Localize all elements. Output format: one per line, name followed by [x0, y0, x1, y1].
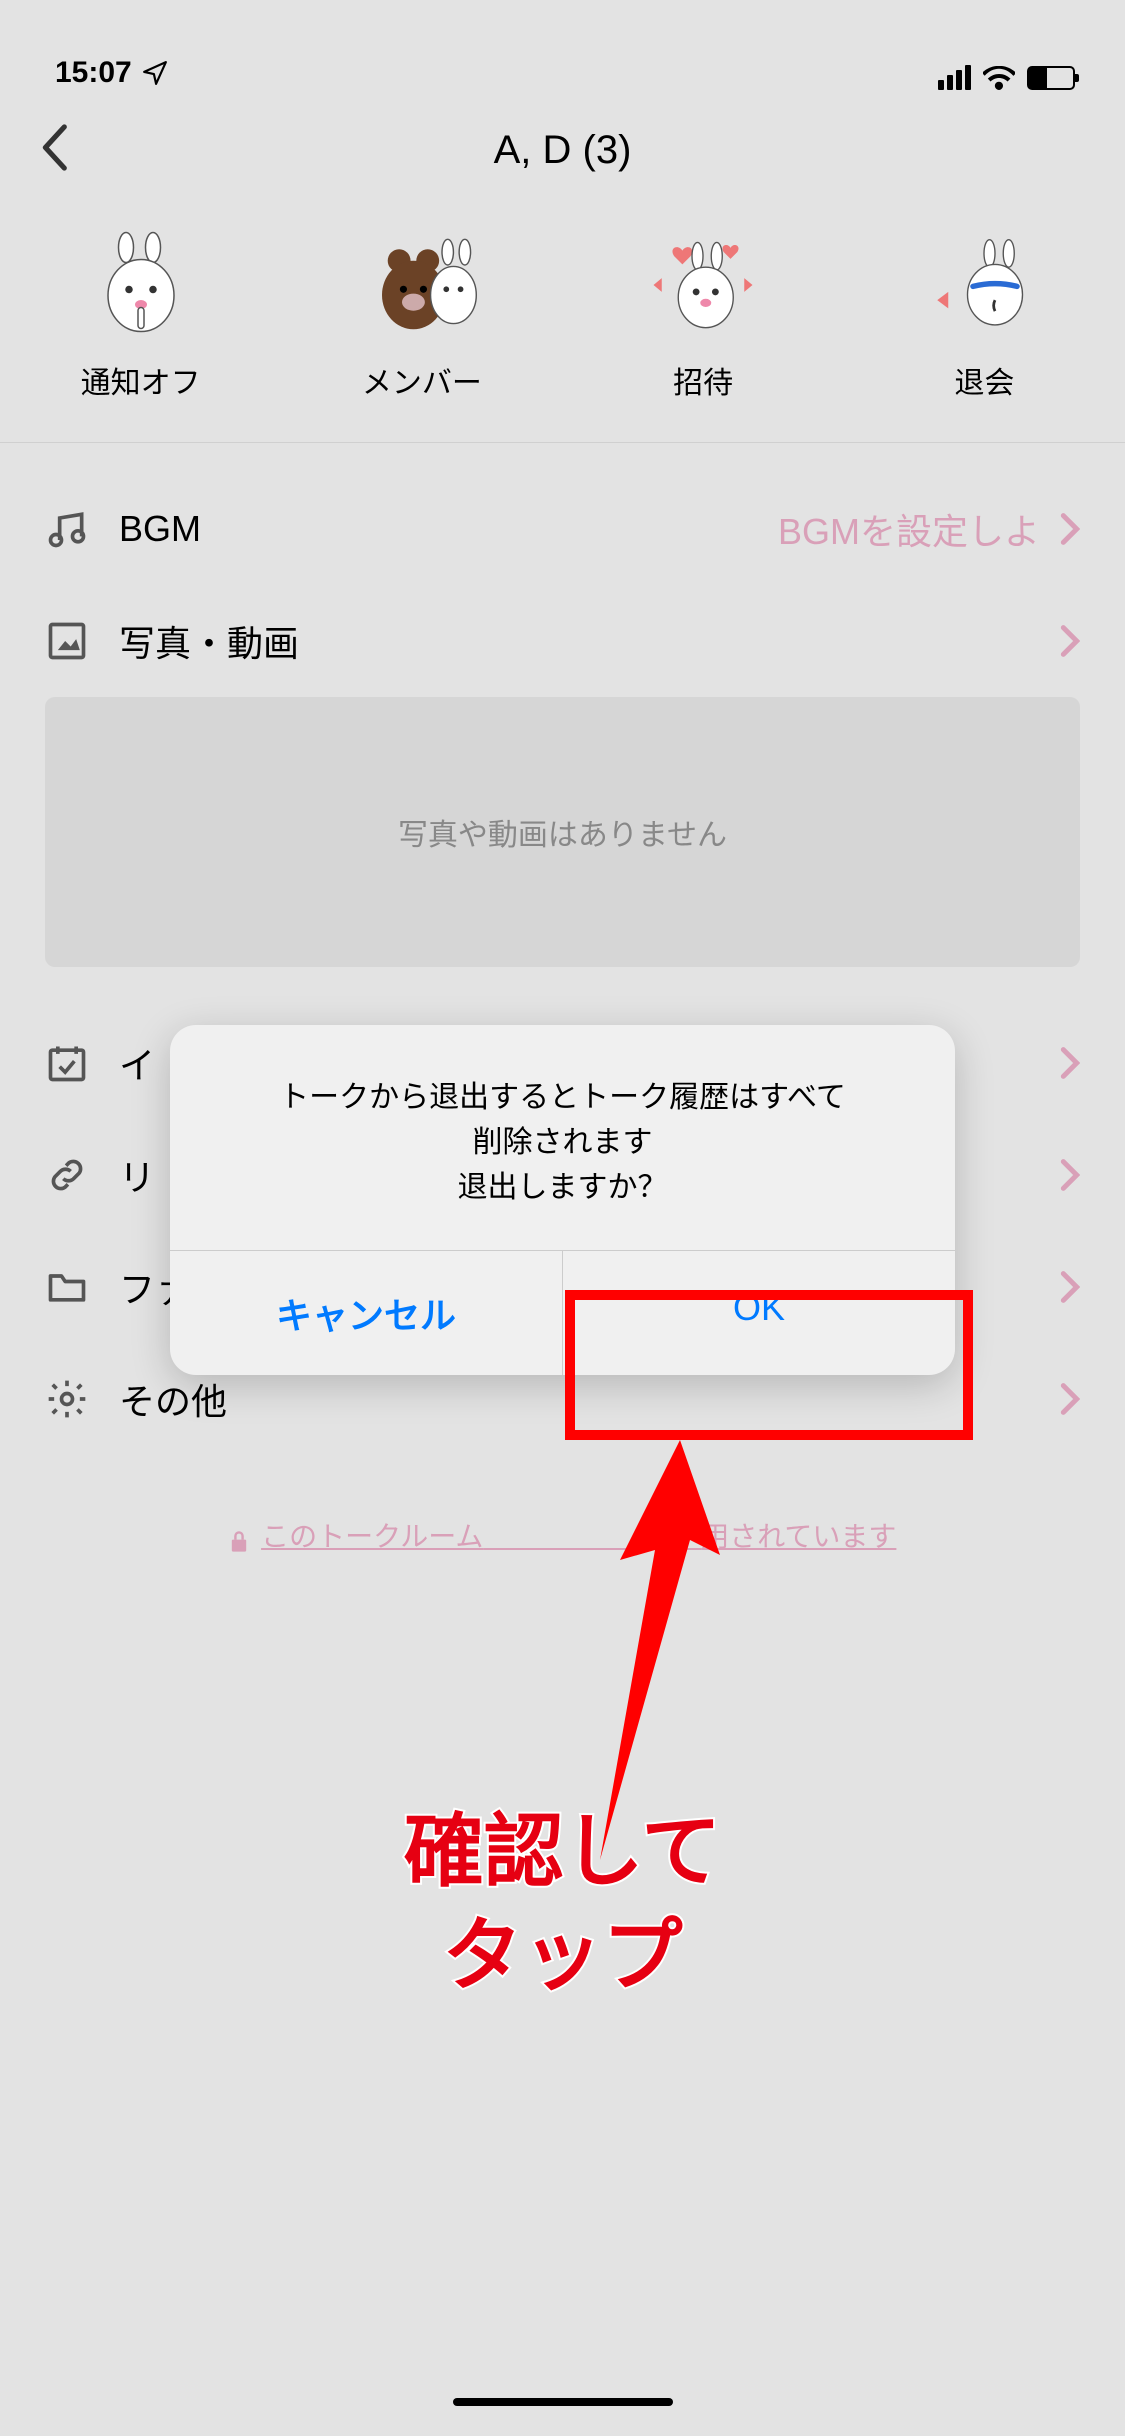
bear-bunny-icon — [357, 230, 487, 340]
row-label: その他 — [119, 1373, 227, 1425]
row-media[interactable]: 写真・動画 — [0, 585, 1125, 677]
media-empty-box: 写真や動画はありません — [45, 697, 1080, 967]
location-arrow-icon — [142, 60, 168, 86]
footer-link-text-right: 用されています — [701, 1521, 896, 1552]
ok-button[interactable]: OK — [562, 1251, 955, 1375]
shortcut-mute[interactable]: 通知オフ — [31, 230, 251, 402]
chevron-right-icon — [1060, 1158, 1080, 1192]
shortcut-row: 通知オフ メンバー 招待 退会 — [0, 200, 1125, 443]
shortcut-invite[interactable]: 招待 — [593, 230, 813, 402]
annotation-line2: タップ — [0, 1904, 1125, 2008]
status-time: 15:07 — [55, 56, 132, 90]
cell-signal-icon — [938, 65, 971, 90]
page-title: A, D (3) — [494, 128, 632, 173]
back-button[interactable] — [40, 124, 68, 177]
row-label: イ — [119, 1037, 155, 1089]
home-indicator — [453, 2398, 673, 2406]
shortcut-leave[interactable]: 退会 — [874, 230, 1094, 402]
shortcut-label: 通知オフ — [81, 358, 201, 402]
dialog-line2: 削除されます — [210, 1120, 915, 1165]
dialog-message: トークから退出するとトーク履歴はすべて 削除されます 退出しますか？ — [170, 1025, 955, 1250]
leave-confirm-dialog: トークから退出するとトーク履歴はすべて 削除されます 退出しますか？ キャンセル… — [170, 1025, 955, 1375]
link-icon — [45, 1153, 89, 1197]
shortcut-label: メンバー — [362, 358, 482, 402]
annotation-line1: 確認して — [0, 1800, 1125, 1904]
footer-encryption-link[interactable]: このトークルーム 用されています — [0, 1515, 1125, 1555]
chevron-right-icon — [1060, 512, 1080, 546]
page-header: A, D (3) — [0, 100, 1125, 200]
image-icon — [45, 619, 89, 663]
dialog-line3: 退出しますか？ — [210, 1165, 915, 1210]
chevron-left-icon — [40, 124, 68, 172]
chevron-right-icon — [1060, 1046, 1080, 1080]
bunny-leave-icon — [919, 230, 1049, 340]
cancel-button[interactable]: キャンセル — [170, 1251, 562, 1375]
shortcut-label: 退会 — [954, 358, 1014, 402]
row-bgm[interactable]: BGM BGMを設定しよ — [0, 473, 1125, 585]
row-label: 写真・動画 — [119, 615, 299, 667]
folder-icon — [45, 1265, 89, 1309]
wifi-icon — [983, 66, 1015, 90]
chevron-right-icon — [1060, 1382, 1080, 1416]
shortcut-members[interactable]: メンバー — [312, 230, 532, 402]
gear-icon — [45, 1377, 89, 1421]
media-empty-text: 写真や動画はありません — [398, 810, 727, 854]
battery-icon — [1027, 66, 1075, 90]
calendar-check-icon — [45, 1041, 89, 1085]
row-label: リ — [119, 1149, 155, 1201]
shortcut-label: 招待 — [673, 358, 733, 402]
status-bar: 15:07 — [0, 0, 1125, 100]
row-label: BGM — [119, 508, 201, 550]
annotation-text: 確認して タップ — [0, 1800, 1125, 2008]
footer-link-text-left: このトークルーム — [261, 1521, 483, 1552]
music-note-icon — [45, 507, 89, 551]
bgm-value: BGMを設定しよ — [778, 503, 1040, 555]
bunny-shush-icon — [76, 230, 206, 340]
chevron-right-icon — [1060, 624, 1080, 658]
lock-icon — [229, 1530, 249, 1554]
dialog-line1: トークから退出するとトーク履歴はすべて — [210, 1075, 915, 1120]
chevron-right-icon — [1060, 1270, 1080, 1304]
bunny-hearts-icon — [638, 230, 768, 340]
